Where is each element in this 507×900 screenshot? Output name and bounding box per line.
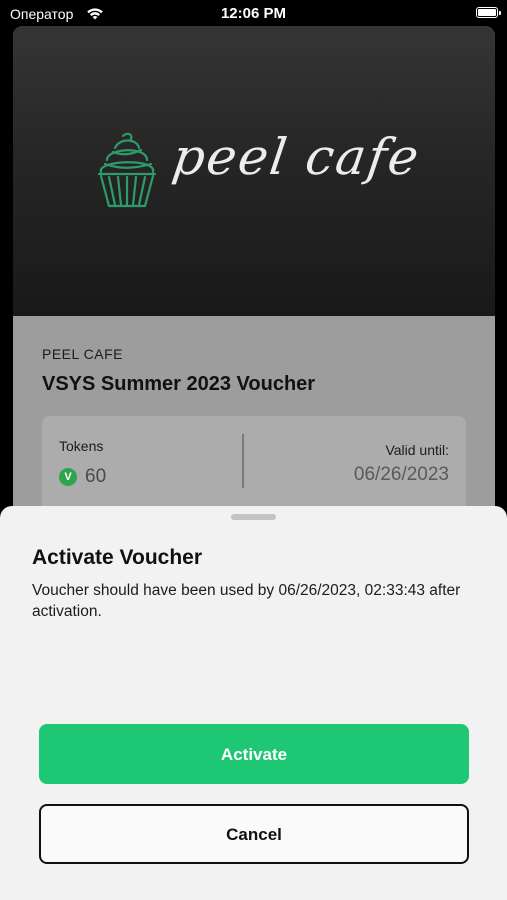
valid-until-date: 06/26/2023	[353, 464, 449, 485]
sheet-title: Activate Voucher	[32, 546, 202, 569]
cafe-logo-wordmark: peel cafe	[168, 128, 425, 186]
sheet-message: Voucher should have been used by 06/26/2…	[32, 582, 461, 620]
voucher-details: PEEL CAFE VSYS Summer 2023 Voucher Token…	[13, 316, 495, 526]
status-bar: Оператор 12:06 PM	[0, 0, 507, 28]
activate-button[interactable]: Activate	[39, 724, 469, 784]
voucher-banner: peel cafe	[13, 26, 495, 316]
valid-until-label: Valid until:	[385, 442, 449, 458]
activate-voucher-sheet: Activate Voucher Voucher should have bee…	[0, 506, 507, 900]
voucher-title: VSYS Summer 2023 Voucher	[42, 373, 316, 395]
cancel-button[interactable]: Cancel	[39, 804, 469, 864]
clock-time: 12:06 PM	[220, 5, 287, 22]
sheet-drag-handle[interactable]	[231, 514, 276, 520]
tokens-value: 60	[85, 466, 107, 487]
vsys-token-icon: V	[59, 468, 77, 486]
battery-level	[478, 9, 496, 16]
info-divider	[242, 434, 244, 488]
voucher-card: peel cafe PEEL CAFE VSYS Summer 2023 Vou…	[13, 26, 495, 526]
merchant-name: PEEL CAFE	[42, 346, 124, 362]
tokens-label: Tokens	[59, 438, 104, 454]
cupcake-icon	[97, 132, 157, 208]
battery-icon	[476, 7, 501, 18]
